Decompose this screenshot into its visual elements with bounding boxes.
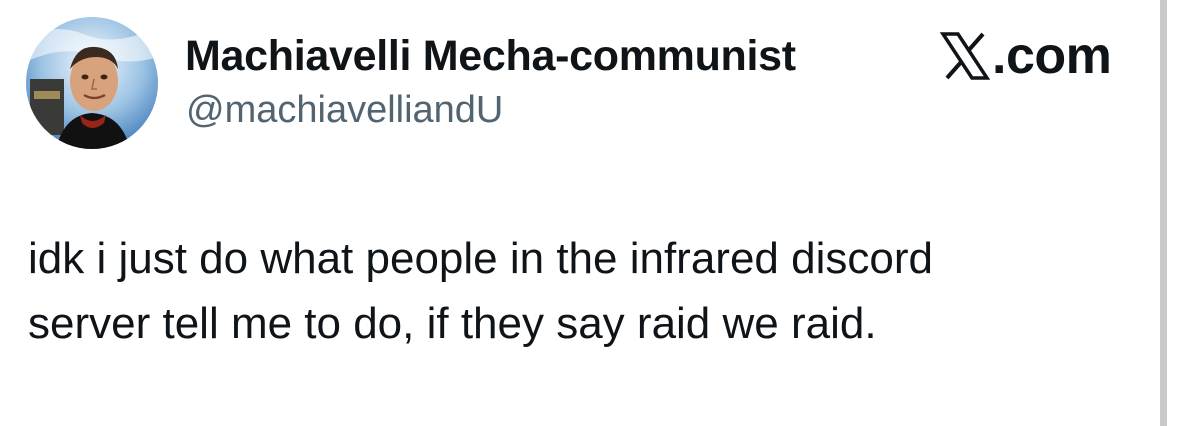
avatar-portrait-icon <box>26 17 158 149</box>
screen-edge-divider <box>1160 0 1167 426</box>
brand-watermark: .com <box>940 27 1112 85</box>
post-card: Machiavelli Mecha-communist @machiavelli… <box>0 0 1160 426</box>
tweet-line: server tell me to do, if they say raid w… <box>28 299 877 348</box>
author-display-name[interactable]: Machiavelli Mecha-communist <box>185 32 796 81</box>
author-avatar[interactable] <box>26 17 158 149</box>
tweet-body: idk i just do what people in the infrare… <box>28 226 1138 356</box>
x-logo-icon <box>940 31 990 81</box>
author-handle[interactable]: @machiavelliandU <box>186 89 503 132</box>
brand-domain-text: .com <box>992 27 1112 85</box>
tweet-line: idk i just do what people in the infrare… <box>28 234 933 283</box>
